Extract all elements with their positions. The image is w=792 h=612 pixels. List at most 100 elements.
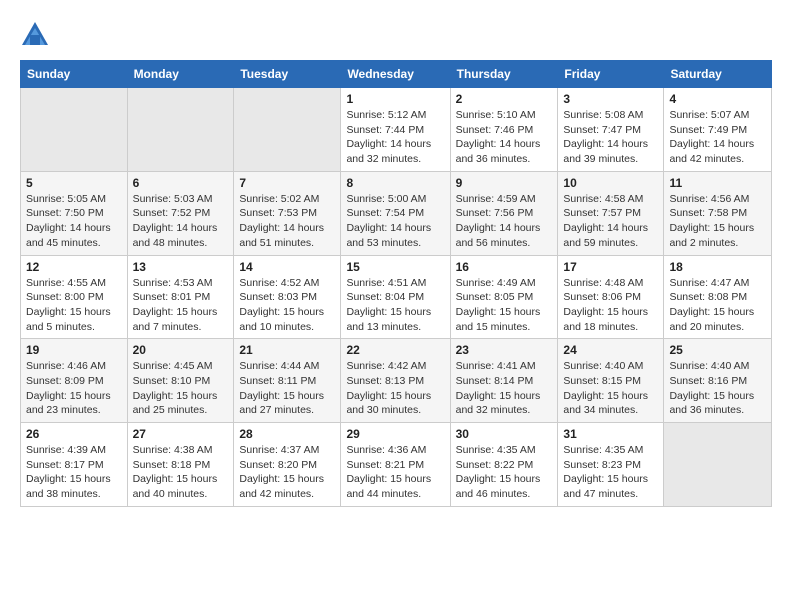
day-number: 13 bbox=[133, 260, 229, 274]
day-info: Sunrise: 4:44 AM Sunset: 8:11 PM Dayligh… bbox=[239, 359, 335, 418]
day-number: 17 bbox=[563, 260, 658, 274]
calendar-cell: 3 Sunrise: 5:08 AM Sunset: 7:47 PM Daylig… bbox=[558, 88, 664, 172]
day-info: Sunrise: 4:39 AM Sunset: 8:17 PM Dayligh… bbox=[26, 443, 122, 502]
day-number: 3 bbox=[563, 92, 658, 106]
day-info: Sunrise: 4:49 AM Sunset: 8:05 PM Dayligh… bbox=[456, 276, 553, 335]
day-number: 21 bbox=[239, 343, 335, 357]
day-info: Sunrise: 4:35 AM Sunset: 8:23 PM Dayligh… bbox=[563, 443, 658, 502]
day-number: 24 bbox=[563, 343, 658, 357]
day-info: Sunrise: 5:02 AM Sunset: 7:53 PM Dayligh… bbox=[239, 192, 335, 251]
day-number: 8 bbox=[346, 176, 444, 190]
day-info: Sunrise: 5:03 AM Sunset: 7:52 PM Dayligh… bbox=[133, 192, 229, 251]
calendar-cell: 13 Sunrise: 4:53 AM Sunset: 8:01 PM Dayli… bbox=[127, 255, 234, 339]
day-info: Sunrise: 4:55 AM Sunset: 8:00 PM Dayligh… bbox=[26, 276, 122, 335]
calendar-cell: 20 Sunrise: 4:45 AM Sunset: 8:10 PM Dayli… bbox=[127, 339, 234, 423]
calendar-cell: 31 Sunrise: 4:35 AM Sunset: 8:23 PM Dayli… bbox=[558, 423, 664, 507]
day-number: 28 bbox=[239, 427, 335, 441]
day-info: Sunrise: 4:52 AM Sunset: 8:03 PM Dayligh… bbox=[239, 276, 335, 335]
calendar-cell: 23Sunrise: 4:41 AM Sunset: 8:14 PM Dayli… bbox=[450, 339, 558, 423]
calendar-cell: 22 Sunrise: 4:42 AM Sunset: 8:13 PM Dayli… bbox=[341, 339, 450, 423]
column-header-monday: Monday bbox=[127, 61, 234, 88]
day-info: Sunrise: 4:40 AM Sunset: 8:16 PM Dayligh… bbox=[669, 359, 766, 418]
day-number: 5 bbox=[26, 176, 122, 190]
column-header-friday: Friday bbox=[558, 61, 664, 88]
calendar-cell: 17 Sunrise: 4:48 AM Sunset: 8:06 PM Dayli… bbox=[558, 255, 664, 339]
calendar-cell: 2 Sunrise: 5:10 AM Sunset: 7:46 PM Daylig… bbox=[450, 88, 558, 172]
calendar-week-row: 12 Sunrise: 4:55 AM Sunset: 8:00 PM Dayli… bbox=[21, 255, 772, 339]
day-number: 31 bbox=[563, 427, 658, 441]
day-number: 23 bbox=[456, 343, 553, 357]
calendar-cell: 19Sunrise: 4:46 AM Sunset: 8:09 PM Dayli… bbox=[21, 339, 128, 423]
day-number: 12 bbox=[26, 260, 122, 274]
day-number: 7 bbox=[239, 176, 335, 190]
day-info: Sunrise: 4:40 AM Sunset: 8:15 PM Dayligh… bbox=[563, 359, 658, 418]
day-info: Sunrise: 5:00 AM Sunset: 7:54 PM Dayligh… bbox=[346, 192, 444, 251]
calendar-cell: 28 Sunrise: 4:37 AM Sunset: 8:20 PM Dayli… bbox=[234, 423, 341, 507]
calendar-cell bbox=[234, 88, 341, 172]
day-info: Sunrise: 4:38 AM Sunset: 8:18 PM Dayligh… bbox=[133, 443, 229, 502]
calendar-cell: 29 Sunrise: 4:36 AM Sunset: 8:21 PM Dayli… bbox=[341, 423, 450, 507]
logo bbox=[20, 20, 54, 50]
day-info: Sunrise: 4:47 AM Sunset: 8:08 PM Dayligh… bbox=[669, 276, 766, 335]
day-info: Sunrise: 4:56 AM Sunset: 7:58 PM Dayligh… bbox=[669, 192, 766, 251]
logo-icon bbox=[20, 20, 50, 50]
calendar-cell: 8 Sunrise: 5:00 AM Sunset: 7:54 PM Daylig… bbox=[341, 171, 450, 255]
calendar-cell: 26Sunrise: 4:39 AM Sunset: 8:17 PM Dayli… bbox=[21, 423, 128, 507]
day-number: 2 bbox=[456, 92, 553, 106]
calendar-cell bbox=[127, 88, 234, 172]
calendar-cell: 16 Sunrise: 4:49 AM Sunset: 8:05 PM Dayli… bbox=[450, 255, 558, 339]
calendar-cell bbox=[664, 423, 772, 507]
calendar-cell: 27Sunrise: 4:38 AM Sunset: 8:18 PM Dayli… bbox=[127, 423, 234, 507]
day-info: Sunrise: 4:36 AM Sunset: 8:21 PM Dayligh… bbox=[346, 443, 444, 502]
column-header-tuesday: Tuesday bbox=[234, 61, 341, 88]
day-info: Sunrise: 5:05 AM Sunset: 7:50 PM Dayligh… bbox=[26, 192, 122, 251]
day-number: 14 bbox=[239, 260, 335, 274]
day-info: Sunrise: 5:10 AM Sunset: 7:46 PM Dayligh… bbox=[456, 108, 553, 167]
calendar-cell: 10Sunrise: 4:58 AM Sunset: 7:57 PM Dayli… bbox=[558, 171, 664, 255]
day-info: Sunrise: 4:35 AM Sunset: 8:22 PM Dayligh… bbox=[456, 443, 553, 502]
day-info: Sunrise: 5:12 AM Sunset: 7:44 PM Dayligh… bbox=[346, 108, 444, 167]
day-number: 4 bbox=[669, 92, 766, 106]
column-header-thursday: Thursday bbox=[450, 61, 558, 88]
column-header-sunday: Sunday bbox=[21, 61, 128, 88]
column-header-saturday: Saturday bbox=[664, 61, 772, 88]
day-info: Sunrise: 4:53 AM Sunset: 8:01 PM Dayligh… bbox=[133, 276, 229, 335]
calendar-cell: 11Sunrise: 4:56 AM Sunset: 7:58 PM Dayli… bbox=[664, 171, 772, 255]
day-number: 29 bbox=[346, 427, 444, 441]
calendar-cell: 30 Sunrise: 4:35 AM Sunset: 8:22 PM Dayli… bbox=[450, 423, 558, 507]
calendar-week-row: 26Sunrise: 4:39 AM Sunset: 8:17 PM Dayli… bbox=[21, 423, 772, 507]
day-number: 20 bbox=[133, 343, 229, 357]
day-info: Sunrise: 5:08 AM Sunset: 7:47 PM Dayligh… bbox=[563, 108, 658, 167]
calendar-week-row: 19Sunrise: 4:46 AM Sunset: 8:09 PM Dayli… bbox=[21, 339, 772, 423]
calendar-cell bbox=[21, 88, 128, 172]
calendar-cell: 4 Sunrise: 5:07 AM Sunset: 7:49 PM Daylig… bbox=[664, 88, 772, 172]
day-number: 15 bbox=[346, 260, 444, 274]
calendar-cell: 6 Sunrise: 5:03 AM Sunset: 7:52 PM Daylig… bbox=[127, 171, 234, 255]
calendar-cell: 12 Sunrise: 4:55 AM Sunset: 8:00 PM Dayli… bbox=[21, 255, 128, 339]
day-number: 9 bbox=[456, 176, 553, 190]
day-info: Sunrise: 4:59 AM Sunset: 7:56 PM Dayligh… bbox=[456, 192, 553, 251]
day-info: Sunrise: 4:48 AM Sunset: 8:06 PM Dayligh… bbox=[563, 276, 658, 335]
calendar-table: SundayMondayTuesdayWednesdayThursdayFrid… bbox=[20, 60, 772, 507]
calendar-cell: 14 Sunrise: 4:52 AM Sunset: 8:03 PM Dayli… bbox=[234, 255, 341, 339]
day-info: Sunrise: 4:45 AM Sunset: 8:10 PM Dayligh… bbox=[133, 359, 229, 418]
calendar-cell: 5 Sunrise: 5:05 AM Sunset: 7:50 PM Daylig… bbox=[21, 171, 128, 255]
day-info: Sunrise: 4:42 AM Sunset: 8:13 PM Dayligh… bbox=[346, 359, 444, 418]
day-number: 22 bbox=[346, 343, 444, 357]
day-info: Sunrise: 4:37 AM Sunset: 8:20 PM Dayligh… bbox=[239, 443, 335, 502]
calendar-week-row: 5 Sunrise: 5:05 AM Sunset: 7:50 PM Daylig… bbox=[21, 171, 772, 255]
calendar-cell: 7 Sunrise: 5:02 AM Sunset: 7:53 PM Daylig… bbox=[234, 171, 341, 255]
calendar-cell: 1 Sunrise: 5:12 AM Sunset: 7:44 PM Daylig… bbox=[341, 88, 450, 172]
calendar-week-row: 1 Sunrise: 5:12 AM Sunset: 7:44 PM Daylig… bbox=[21, 88, 772, 172]
calendar-cell: 24 Sunrise: 4:40 AM Sunset: 8:15 PM Dayli… bbox=[558, 339, 664, 423]
calendar-cell: 15Sunrise: 4:51 AM Sunset: 8:04 PM Dayli… bbox=[341, 255, 450, 339]
day-number: 19 bbox=[26, 343, 122, 357]
day-number: 30 bbox=[456, 427, 553, 441]
day-info: Sunrise: 5:07 AM Sunset: 7:49 PM Dayligh… bbox=[669, 108, 766, 167]
day-number: 6 bbox=[133, 176, 229, 190]
day-info: Sunrise: 4:58 AM Sunset: 7:57 PM Dayligh… bbox=[563, 192, 658, 251]
day-number: 25 bbox=[669, 343, 766, 357]
day-number: 1 bbox=[346, 92, 444, 106]
day-number: 16 bbox=[456, 260, 553, 274]
calendar-cell: 21 Sunrise: 4:44 AM Sunset: 8:11 PM Dayli… bbox=[234, 339, 341, 423]
